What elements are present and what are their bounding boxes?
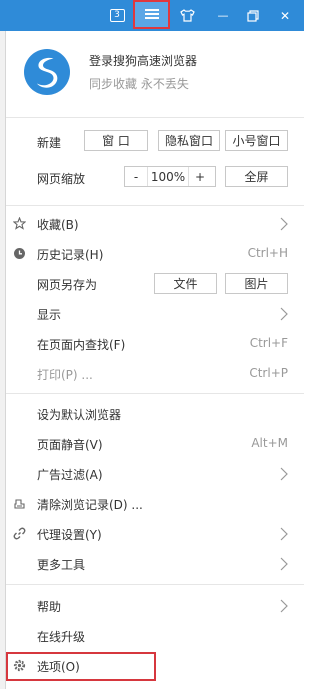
menu-item-clear-history[interactable]: 清除浏览记录(D) ... xyxy=(6,489,304,519)
new-window-button[interactable]: 窗 口 xyxy=(84,130,148,151)
save-as-image-button[interactable]: 图片 xyxy=(225,273,288,294)
zoom-label: 网页缩放 xyxy=(37,172,86,186)
star-icon xyxy=(13,217,26,230)
zoom-in-button[interactable]: + xyxy=(189,167,211,186)
title-bar: 3 — ✕ xyxy=(0,0,304,31)
tab-count-button[interactable]: 3 xyxy=(102,0,132,31)
menu-label: 更多工具 xyxy=(37,558,86,572)
chevron-right-icon xyxy=(280,599,288,613)
link-icon xyxy=(13,527,26,540)
menu-label: 广告过滤(A) xyxy=(37,468,103,482)
chevron-right-icon xyxy=(280,467,288,481)
minimize-icon: — xyxy=(217,9,229,22)
new-label: 新建 xyxy=(37,136,62,150)
tshirt-skin-icon xyxy=(179,9,195,22)
menu-label: 帮助 xyxy=(37,600,62,614)
main-menu-button[interactable] xyxy=(133,0,170,29)
menu-item-mute[interactable]: 页面静音(V) Alt+M xyxy=(6,429,304,459)
menu-label: 收藏(B) xyxy=(37,218,79,232)
menu-label: 页面静音(V) xyxy=(37,438,103,452)
menu-item-proxy[interactable]: 代理设置(Y) xyxy=(6,519,304,549)
menu-item-favorites[interactable]: 收藏(B) xyxy=(6,209,304,239)
divider xyxy=(6,205,304,206)
login-subtitle: 同步收藏 永不丢失 xyxy=(89,77,189,91)
menu-item-update[interactable]: 在线升级 xyxy=(6,621,304,651)
menu-label: 网页另存为 xyxy=(37,278,98,292)
close-button[interactable]: ✕ xyxy=(270,0,300,31)
fullscreen-button[interactable]: 全屏 xyxy=(225,166,288,187)
sogou-logo-icon xyxy=(24,49,70,95)
new-alt-window-button[interactable]: 小号窗口 xyxy=(225,130,288,151)
chevron-right-icon xyxy=(280,557,288,571)
zoom-control: - 100% + xyxy=(124,166,216,187)
menu-label: 历史记录(H) xyxy=(37,248,104,262)
menu-item-display[interactable]: 显示 xyxy=(6,299,304,329)
skin-button[interactable] xyxy=(172,0,202,31)
menu-label: 在线升级 xyxy=(37,630,86,644)
menu-item-set-default[interactable]: 设为默认浏览器 xyxy=(6,399,304,429)
menu-label: 显示 xyxy=(37,308,62,322)
chevron-right-icon xyxy=(280,307,288,321)
menu-label: 打印(P) ... xyxy=(37,368,93,382)
hamburger-menu-icon xyxy=(144,9,159,20)
zoom-level: 100% xyxy=(147,167,189,186)
shortcut-text: Ctrl+P xyxy=(249,366,288,380)
menu-item-ad-filter[interactable]: 广告过滤(A) xyxy=(6,459,304,489)
save-as-file-button[interactable]: 文件 xyxy=(154,273,217,294)
divider xyxy=(6,584,304,585)
chevron-right-icon xyxy=(280,217,288,231)
divider xyxy=(6,117,304,118)
menu-item-print: 打印(P) ... Ctrl+P xyxy=(6,359,304,389)
login-title[interactable]: 登录搜狗高速浏览器 xyxy=(89,52,197,69)
zoom-out-button[interactable]: - xyxy=(125,167,147,186)
shortcut-text: Ctrl+F xyxy=(249,336,288,350)
clock-icon xyxy=(14,248,25,259)
menu-label: 代理设置(Y) xyxy=(37,528,102,542)
shortcut-text: Ctrl+H xyxy=(247,246,288,260)
menu-item-help[interactable]: 帮助 xyxy=(6,591,304,621)
restore-button[interactable] xyxy=(238,0,268,31)
main-menu-panel: 登录搜狗高速浏览器 同步收藏 永不丢失 新建 窗 口 隐私窗口 小号窗口 网页缩… xyxy=(6,31,304,689)
menu-label: 在页面内查找(F) xyxy=(37,338,126,352)
shortcut-text: Alt+M xyxy=(251,436,288,450)
menu-item-more-tools[interactable]: 更多工具 xyxy=(6,549,304,579)
divider xyxy=(6,393,304,394)
close-icon: ✕ xyxy=(279,8,291,23)
menu-item-history[interactable]: 历史记录(H) Ctrl+H xyxy=(6,239,304,269)
highlight-box xyxy=(6,652,156,681)
restore-window-icon xyxy=(247,9,259,22)
new-private-window-button[interactable]: 隐私窗口 xyxy=(158,130,220,151)
minimize-button[interactable]: — xyxy=(208,0,238,31)
profile-section[interactable]: 登录搜狗高速浏览器 同步收藏 永不丢失 xyxy=(24,49,294,109)
eraser-icon xyxy=(14,499,25,509)
menu-item-find[interactable]: 在页面内查找(F) Ctrl+F xyxy=(6,329,304,359)
menu-label: 设为默认浏览器 xyxy=(37,408,122,422)
chevron-right-icon xyxy=(280,527,288,541)
menu-label: 清除浏览记录(D) ... xyxy=(37,498,143,512)
tab-count-badge: 3 xyxy=(109,9,125,22)
